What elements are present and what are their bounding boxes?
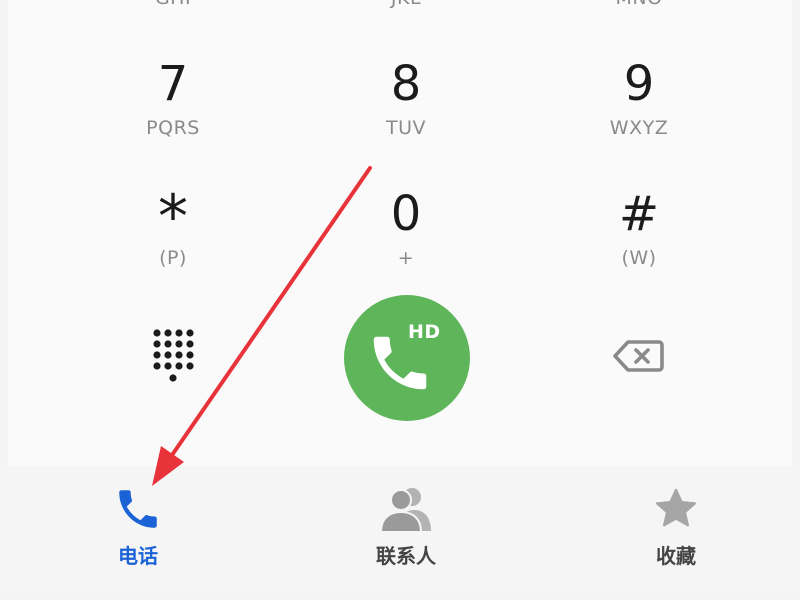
key-hash[interactable]: # (W) <box>523 180 755 298</box>
key-digit: 8 <box>390 56 422 112</box>
key-7[interactable]: 7 PQRS <box>57 50 289 168</box>
dialpad-icon <box>153 329 194 382</box>
key-letters: TUV <box>385 117 426 139</box>
key-digit: # <box>618 186 660 242</box>
key-5-letters: JKL <box>290 0 522 9</box>
backspace-button[interactable] <box>598 325 678 387</box>
key-digit: * <box>158 182 188 252</box>
hd-call-button[interactable]: HD <box>344 295 470 421</box>
tab-contacts[interactable]: 联系人 <box>306 466 506 587</box>
key-letters: WXYZ <box>609 117 669 139</box>
key-digit: 7 <box>157 56 189 112</box>
star-icon <box>656 488 696 527</box>
tab-label: 收藏 <box>656 544 696 568</box>
key-0[interactable]: 0 + <box>290 180 522 298</box>
key-digit: 9 <box>623 56 655 112</box>
contacts-icon <box>379 488 431 533</box>
key-9[interactable]: 9 WXYZ <box>523 50 755 168</box>
bottom-tab-bar: 电话 联系人 收藏 <box>0 466 800 587</box>
tab-label: 联系人 <box>376 544 436 568</box>
key-letters: + <box>397 247 415 269</box>
dialpad-toggle-button[interactable] <box>133 320 213 390</box>
key-digit: 0 <box>390 186 422 242</box>
key-star[interactable]: * (P) <box>57 180 289 298</box>
key-6-letters: MNO <box>523 0 755 9</box>
key-letters: (P) <box>159 247 187 269</box>
key-8[interactable]: 8 TUV <box>290 50 522 168</box>
tab-favorites[interactable]: 收藏 <box>576 466 776 587</box>
tab-label: 电话 <box>118 544 158 568</box>
phone-icon <box>119 490 157 528</box>
key-letters: PQRS <box>146 117 200 139</box>
tab-phone[interactable]: 电话 <box>38 466 238 587</box>
key-letters: (W) <box>621 247 657 269</box>
hd-badge: HD <box>408 321 441 343</box>
backspace-icon <box>613 340 664 372</box>
key-4-letters: GHI <box>57 0 289 9</box>
